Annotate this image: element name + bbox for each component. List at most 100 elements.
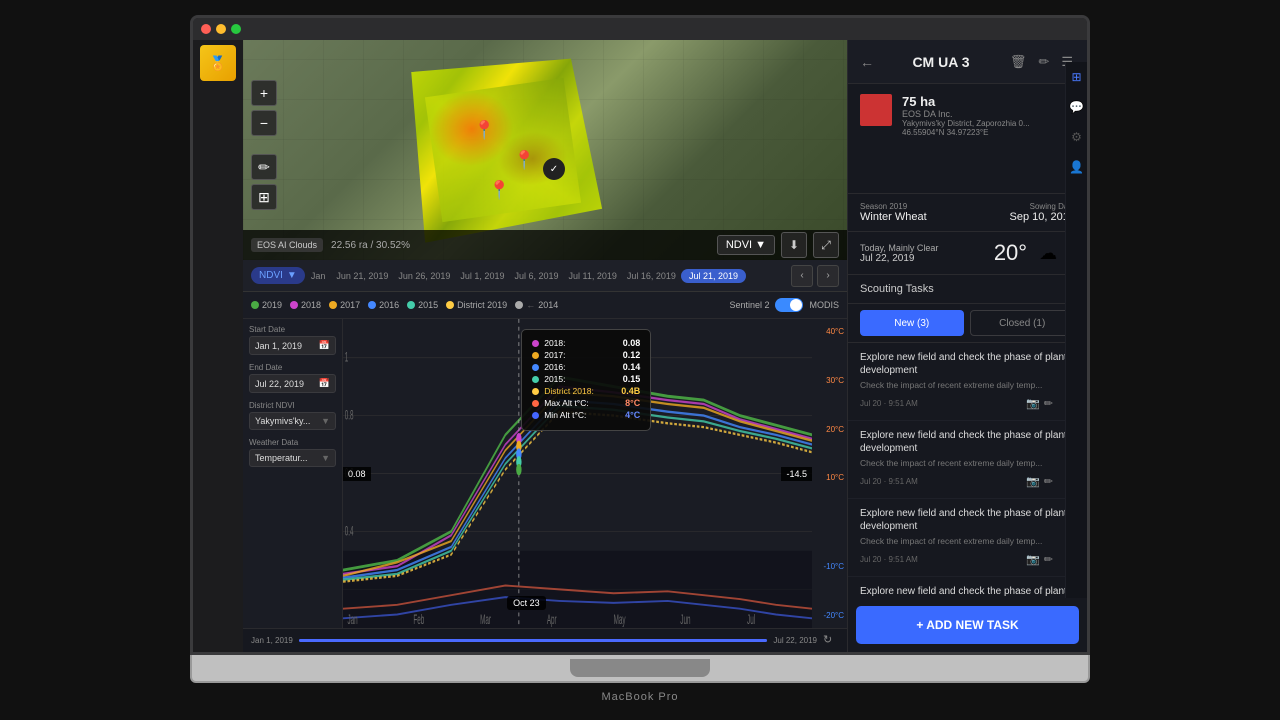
timeline-dates: Jan Jun 21, 2019 Jun 26, 2019 Jul 1, 201… bbox=[305, 269, 783, 283]
maximize-window-btn[interactable] bbox=[231, 24, 241, 34]
task-desc-1: Check the impact of recent extreme daily… bbox=[860, 380, 1075, 391]
task-edit-icon-3[interactable]: ✏ bbox=[1044, 553, 1053, 566]
svg-text:Apr: Apr bbox=[547, 613, 557, 628]
ndvi-select: NDVI ▼ ⬇ ⤢ bbox=[717, 232, 839, 258]
legend-2016: 2016 bbox=[368, 300, 399, 310]
sentinel-label: Sentinel 2 bbox=[729, 300, 769, 310]
task-desc-2: Check the impact of recent extreme daily… bbox=[860, 458, 1075, 469]
task-title-1: Explore new field and check the phase of… bbox=[860, 351, 1075, 377]
weather-data-label: Weather Data bbox=[249, 438, 336, 447]
main-area: 📍 📍 📍 ✓ + − ✏ ⊞ bbox=[243, 40, 847, 652]
timeline-date-3[interactable]: Jun 26, 2019 bbox=[393, 271, 455, 281]
add-task-btn[interactable]: + ADD NEW TASK bbox=[856, 606, 1079, 644]
task-actions-1: 📷 ✏ bbox=[1026, 397, 1053, 410]
timeline-date-8[interactable]: Jul 21, 2019 bbox=[681, 269, 746, 283]
svg-text:May: May bbox=[614, 613, 626, 628]
close-window-btn[interactable] bbox=[201, 24, 211, 34]
timeline-next-btn[interactable]: › bbox=[817, 265, 839, 287]
app-logo: 🏅 bbox=[200, 45, 236, 81]
edit-icon[interactable]: ✏ bbox=[1036, 52, 1051, 72]
timeline-date-7[interactable]: Jul 16, 2019 bbox=[622, 271, 681, 281]
map-pin-check[interactable]: ✓ bbox=[543, 158, 565, 180]
slider-track[interactable] bbox=[299, 639, 768, 642]
sentinel-toggle-switch[interactable] bbox=[775, 298, 803, 312]
timeline-date-2[interactable]: Jun 21, 2019 bbox=[331, 271, 393, 281]
timeline-nav: ‹ › bbox=[783, 265, 847, 287]
modis-label: MODIS bbox=[809, 300, 839, 310]
sidebar-header: ← CM UA 3 🗑 ✏ ☰ bbox=[848, 40, 1087, 84]
map-pin-3[interactable]: 📍 bbox=[488, 180, 510, 201]
download-btn[interactable]: ⬇ bbox=[781, 232, 807, 258]
strip-settings-icon[interactable]: ⚙ bbox=[1071, 130, 1082, 144]
strip-chat-icon[interactable]: 💬 bbox=[1069, 100, 1084, 114]
chart-val-right: -14.5 bbox=[781, 467, 812, 481]
season-bar: Season 2019 Winter Wheat Sowing Date Sep… bbox=[848, 194, 1087, 232]
field-thumbnail bbox=[860, 94, 892, 126]
legend-dot-district bbox=[446, 301, 454, 309]
timeline-date-1[interactable]: Jan bbox=[305, 271, 332, 281]
task-item-4: Explore new field and check the phase of… bbox=[848, 577, 1087, 598]
task-photo-icon-2[interactable]: 📷 bbox=[1026, 475, 1040, 488]
field-info: 75 ha EOS DA Inc. Yakymivs'ky District, … bbox=[848, 84, 1065, 194]
field-location: Yakymivs'ky District, Zaporozhia 0... bbox=[902, 119, 1053, 128]
zoom-out-btn[interactable]: − bbox=[251, 110, 277, 136]
delete-icon[interactable]: 🗑 bbox=[1008, 52, 1029, 72]
chart-main: Start Date Jan 1, 2019 📅 End Date bbox=[243, 319, 847, 628]
task-edit-icon-2[interactable]: ✏ bbox=[1044, 475, 1053, 488]
timeline-date-4[interactable]: Jul 1, 2019 bbox=[455, 271, 509, 281]
tasks-list: Explore new field and check the phase of… bbox=[848, 343, 1087, 598]
ndvi-badge[interactable]: NDVI ▼ bbox=[717, 235, 775, 255]
map-pin-2[interactable]: 📍 bbox=[513, 150, 535, 171]
task-edit-icon-1[interactable]: ✏ bbox=[1044, 397, 1053, 410]
field-org: EOS DA Inc. bbox=[902, 109, 1053, 119]
top-bar bbox=[193, 18, 1087, 40]
legend-dot-2018 bbox=[290, 301, 298, 309]
left-logo-panel: 🏅 bbox=[193, 40, 243, 652]
scouting-header: Scouting Tasks bbox=[848, 275, 1087, 304]
strip-user-icon[interactable]: 👤 bbox=[1069, 160, 1084, 174]
task-photo-icon-1[interactable]: 📷 bbox=[1026, 397, 1040, 410]
weather-info: Today, Mainly Clear Jul 22, 2019 bbox=[860, 243, 986, 264]
laptop-container: 🏅 📍 📍 📍 bbox=[0, 0, 1280, 720]
tab-new[interactable]: New (3) bbox=[860, 310, 964, 336]
start-date-input[interactable]: Jan 1, 2019 📅 bbox=[249, 336, 336, 355]
svg-text:1: 1 bbox=[345, 350, 349, 365]
field-area: 75 ha bbox=[902, 94, 1053, 109]
weather-data-value: Temperatur... bbox=[255, 453, 308, 463]
timeline-prev-btn[interactable]: ‹ bbox=[791, 265, 813, 287]
svg-text:Feb: Feb bbox=[413, 613, 424, 628]
ndvi-pill[interactable]: NDVI ▼ bbox=[251, 267, 305, 284]
legend-dot-2015 bbox=[407, 301, 415, 309]
legend-2019: 2019 bbox=[251, 300, 282, 310]
map-view: 📍 📍 📍 ✓ + − ✏ ⊞ bbox=[243, 40, 847, 260]
draw-tool-btn[interactable]: ✏ bbox=[251, 154, 277, 180]
svg-text:Jun: Jun bbox=[680, 613, 690, 628]
map-pin-1[interactable]: 📍 bbox=[473, 120, 495, 141]
map-bottom-bar: EOS AI Clouds 22.56 ra / 30.52% NDVI ▼ ⬇… bbox=[243, 230, 847, 260]
season-block: Season 2019 Winter Wheat bbox=[860, 202, 927, 223]
layers-btn[interactable]: ⊞ bbox=[251, 184, 277, 210]
strip-layers-icon[interactable]: ⊞ bbox=[1071, 70, 1081, 84]
task-date-3: Jul 20 · 9:51 AM bbox=[860, 555, 918, 564]
district-input[interactable]: Yakymivs'ky... ▼ bbox=[249, 412, 336, 430]
end-date-label: End Date bbox=[249, 363, 336, 372]
season-label: Season 2019 bbox=[860, 202, 927, 211]
back-btn[interactable]: ← bbox=[860, 54, 874, 70]
weather-data-input[interactable]: Temperatur... ▼ bbox=[249, 449, 336, 467]
tab-closed[interactable]: Closed (1) bbox=[970, 310, 1076, 336]
legend-dot-2017 bbox=[329, 301, 337, 309]
timeline-date-5[interactable]: Jul 6, 2019 bbox=[509, 271, 563, 281]
zoom-in-btn[interactable]: + bbox=[251, 80, 277, 106]
end-date-input[interactable]: Jul 22, 2019 📅 bbox=[249, 374, 336, 393]
minimize-window-btn[interactable] bbox=[216, 24, 226, 34]
map-controls: + − ✏ ⊞ bbox=[251, 80, 277, 210]
field-details: 75 ha EOS DA Inc. Yakymivs'ky District, … bbox=[902, 94, 1053, 137]
expand-btn[interactable]: ⤢ bbox=[813, 232, 839, 258]
tooltip-row-district: District 2018: 0.4B bbox=[532, 386, 640, 396]
refresh-btn[interactable]: ↻ bbox=[823, 633, 839, 649]
start-date-label: Start Date bbox=[249, 325, 336, 334]
tooltip-row-2018: 2018: 0.08 bbox=[532, 338, 640, 348]
timeline-date-6[interactable]: Jul 11, 2019 bbox=[564, 271, 622, 281]
task-photo-icon-3[interactable]: 📷 bbox=[1026, 553, 1040, 566]
chart-right-labels: 40°C 30°C 20°C 10°C -10°C -20°C bbox=[812, 319, 847, 628]
